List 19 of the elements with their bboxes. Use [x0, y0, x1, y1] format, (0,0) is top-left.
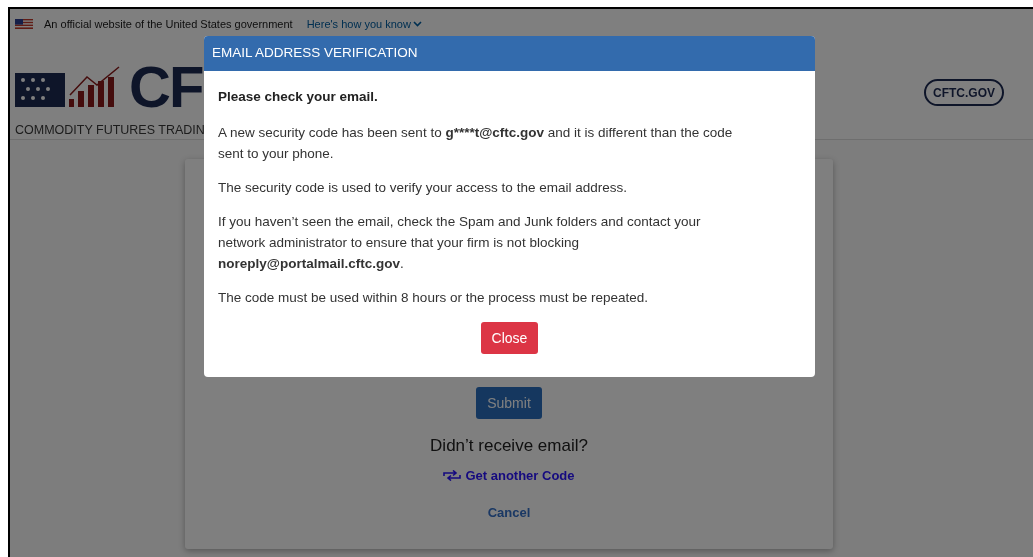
how-you-know-link[interactable]: Here's how you know: [306, 15, 422, 33]
modal-title: EMAIL ADDRESS VERIFICATION: [204, 36, 815, 71]
logo-subtitle: COMMODITY FUTURES TRADIN: [15, 122, 205, 139]
modal-paragraph: If you haven’t seen the email, check the Spam and Junk folders and contact your network administrator to ensure that your firm is not blocking noreply@portalmail.cftc.gov.: [218, 213, 702, 274]
prompt-text: Didn’t receive email?: [430, 435, 588, 457]
flag-icon: [15, 19, 33, 29]
get-code-link[interactable]: Get another Code: [443, 465, 575, 485]
modal-heading: Please check your email.: [218, 88, 379, 106]
modal-paragraph: A new security code has been sent to g****t@cftc.gov and it is different than the code sent to your phone.: [218, 124, 734, 164]
submit-button[interactable]: Submit: [476, 387, 542, 419]
close-button[interactable]: Close: [480, 322, 539, 355]
chevron-down-icon: [412, 21, 422, 27]
repeat-icon: [443, 469, 462, 481]
modal-paragraph: The code must be used within 8 hours or the process must be repeated.: [218, 289, 649, 308]
logo-text: CF: [129, 63, 203, 111]
cftc-gov-button[interactable]: CFTC.GOV: [924, 79, 1004, 106]
modal-paragraph: The security code is used to verify your access to the email address.: [218, 179, 628, 198]
cancel-link[interactable]: Cancel: [487, 503, 531, 523]
banner-text: An official website of the United States government: [44, 16, 293, 32]
